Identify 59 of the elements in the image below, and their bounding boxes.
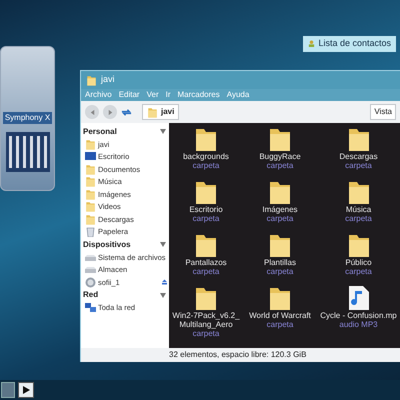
folder-icon bbox=[194, 285, 218, 311]
collapse-triangle-icon[interactable] bbox=[160, 292, 166, 298]
reload-icon[interactable] bbox=[121, 106, 132, 118]
sidebar-section-title: Personal bbox=[83, 126, 117, 138]
network-icon bbox=[85, 302, 96, 314]
music-file-icon bbox=[348, 285, 370, 311]
file-item[interactable]: Escritorio carpeta bbox=[169, 179, 243, 231]
contacts-button[interactable]: Lista de contactos bbox=[303, 36, 396, 52]
folder-icon bbox=[194, 126, 218, 152]
folder-icon bbox=[85, 188, 96, 200]
location-text: javi bbox=[161, 106, 174, 118]
folder-icon bbox=[85, 214, 96, 225]
file-item[interactable]: World of Warcraft carpeta bbox=[243, 285, 317, 337]
file-item[interactable]: BuggyRace carpeta bbox=[243, 126, 317, 178]
file-item[interactable]: Descargas carpeta bbox=[317, 126, 400, 178]
window-title: javi bbox=[101, 73, 115, 86]
folder-icon bbox=[346, 232, 370, 258]
file-item[interactable]: Pantallazos carpeta bbox=[169, 232, 243, 284]
file-item[interactable]: Plantillas carpeta bbox=[243, 232, 317, 284]
folder-icon bbox=[268, 126, 292, 152]
drive-icon bbox=[85, 264, 96, 276]
folder-icon bbox=[86, 74, 97, 86]
folder-icon bbox=[268, 285, 292, 311]
view-button[interactable]: Vista bbox=[370, 104, 396, 120]
folder-icon bbox=[147, 106, 158, 118]
media-taskbar-button[interactable] bbox=[18, 382, 34, 398]
folder-icon bbox=[268, 232, 292, 258]
folder-icon bbox=[194, 232, 218, 258]
file-item[interactable]: Win2-7Pack_v6.2_ Multilang_Aero carpeta bbox=[169, 285, 243, 337]
folder-icon bbox=[268, 179, 292, 205]
left-arrow-icon bbox=[88, 108, 96, 116]
file-item[interactable]: Público carpeta bbox=[317, 232, 400, 284]
monitor-icon bbox=[85, 151, 96, 162]
folder-icon bbox=[85, 176, 96, 188]
folder-icon bbox=[85, 164, 96, 175]
file-item[interactable]: Música carpeta bbox=[317, 179, 400, 231]
forward-button[interactable] bbox=[103, 105, 117, 119]
sidebar-section-title: Red bbox=[83, 289, 98, 301]
status-text: 32 elementos, espacio libre: 120.3 GiB bbox=[169, 349, 306, 361]
equalizer-drawing bbox=[6, 132, 50, 172]
folder-icon bbox=[346, 179, 370, 205]
folder-icon bbox=[85, 201, 96, 212]
trash-icon bbox=[85, 226, 96, 238]
collapse-triangle-icon[interactable] bbox=[160, 242, 166, 247]
file-item[interactable]: backgrounds carpeta bbox=[169, 126, 243, 178]
collapse-triangle-icon[interactable] bbox=[160, 129, 166, 134]
file-item[interactable]: Cycle - Confusion.mp audio MP3 bbox=[317, 285, 400, 337]
eject-icon[interactable] bbox=[162, 279, 167, 286]
play-icon bbox=[22, 386, 30, 394]
location-bar[interactable]: javi bbox=[142, 104, 180, 120]
right-arrow-icon bbox=[106, 108, 114, 116]
track-title: Symphony X bbox=[2, 112, 52, 124]
folder-icon bbox=[346, 126, 370, 152]
sidebar-section-title: Dispositivos bbox=[83, 238, 131, 250]
back-button[interactable] bbox=[85, 105, 99, 119]
folder-icon bbox=[85, 138, 96, 150]
folder-icon bbox=[194, 179, 218, 205]
contacts-icon bbox=[308, 40, 316, 48]
file-item[interactable]: Imágenes carpeta bbox=[243, 179, 317, 231]
